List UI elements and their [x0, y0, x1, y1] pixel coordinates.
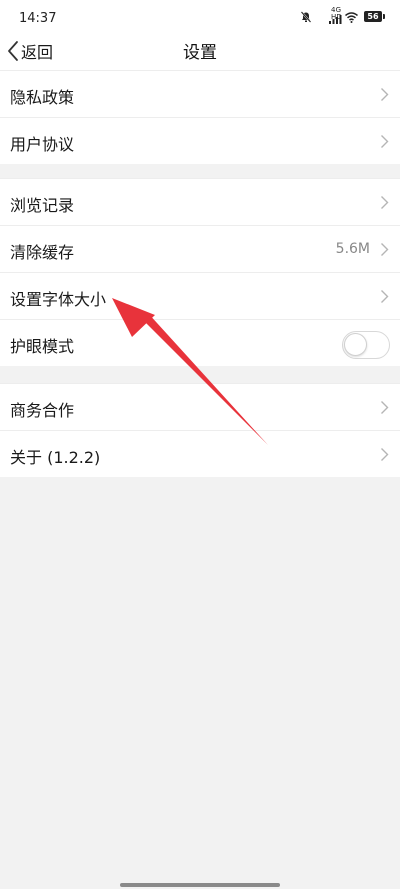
eye-protection-toggle[interactable]: [342, 331, 390, 359]
status-bar: 14:37 4G HD 56: [0, 0, 400, 32]
mute-icon: [300, 11, 312, 23]
settings-row-browsing-history[interactable]: 浏览记录: [0, 178, 400, 225]
toggle-knob: [344, 333, 367, 356]
chevron-right-icon: [381, 88, 389, 101]
home-indicator: [120, 883, 280, 887]
settings-row-privacy-policy[interactable]: 隐私政策: [0, 70, 400, 117]
cache-size-value: 5.6M: [335, 241, 370, 257]
row-label: 清除缓存: [10, 243, 75, 262]
chevron-right-icon: [381, 401, 389, 414]
page-title: 设置: [183, 43, 217, 63]
settings-group-legal: 隐私政策 用户协议: [0, 70, 400, 164]
settings-row-font-size[interactable]: 设置字体大小: [0, 272, 400, 319]
settings-group-about: 商务合作 关于 (1.2.2): [0, 383, 400, 477]
chevron-right-icon: [381, 243, 389, 256]
row-label: 商务合作: [10, 401, 75, 420]
row-label: 关于 (1.2.2): [10, 448, 101, 467]
row-label: 设置字体大小: [10, 290, 107, 309]
settings-row-eye-protection: 护眼模式: [0, 319, 400, 366]
chevron-right-icon: [381, 196, 389, 209]
status-time: 14:37: [19, 11, 57, 26]
settings-row-about[interactable]: 关于 (1.2.2): [0, 430, 400, 477]
chevron-right-icon: [381, 290, 389, 303]
settings-row-user-agreement[interactable]: 用户协议: [0, 117, 400, 164]
battery-icon: 56: [364, 11, 385, 22]
settings-group-general: 浏览记录 清除缓存 5.6M 设置字体大小 护眼模式: [0, 178, 400, 366]
app-header: 返回 设置: [0, 32, 400, 70]
chevron-right-icon: [381, 448, 389, 461]
settings-row-business[interactable]: 商务合作: [0, 383, 400, 430]
chevron-right-icon: [381, 135, 389, 148]
row-label: 隐私政策: [10, 88, 75, 107]
signal-icon: [329, 15, 342, 24]
wifi-icon: [345, 12, 358, 23]
row-label: 用户协议: [10, 135, 75, 154]
row-label: 浏览记录: [10, 196, 75, 215]
settings-row-clear-cache[interactable]: 清除缓存 5.6M: [0, 225, 400, 272]
row-label: 护眼模式: [10, 337, 75, 356]
